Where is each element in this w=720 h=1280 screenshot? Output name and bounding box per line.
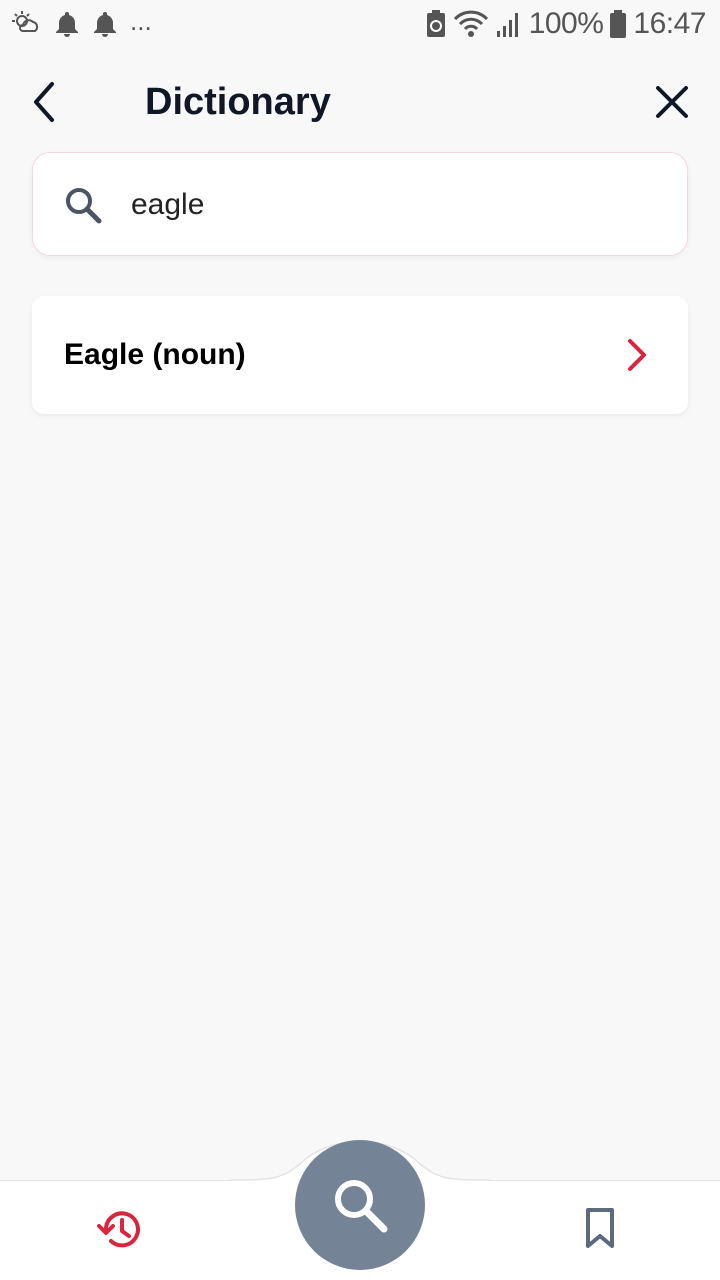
chevron-left-icon (34, 82, 54, 122)
chevron-right-icon (628, 339, 646, 371)
clock: 16:47 (633, 7, 706, 40)
bookmarks-tab[interactable] (580, 1206, 620, 1250)
bell-icon (94, 12, 116, 37)
close-button[interactable] (650, 80, 694, 124)
result-label: Eagle (noun) (64, 338, 246, 371)
search-bar (32, 152, 688, 256)
bell-icon (56, 12, 78, 37)
result-item[interactable]: Eagle (noun) (32, 296, 688, 414)
search-icon (335, 1180, 388, 1233)
bookmark-icon (586, 1208, 614, 1248)
battery-percentage: 100% (528, 7, 604, 40)
search-icon (66, 188, 102, 224)
app-header: Dictionary (0, 60, 720, 144)
page-title: Dictionary (145, 81, 331, 123)
history-tab[interactable] (96, 1206, 144, 1254)
signal-icon (496, 13, 518, 37)
status-right: 100% 16:47 (425, 7, 706, 41)
battery-icon (610, 10, 627, 38)
wifi-icon (453, 10, 488, 37)
overflow-indicator: ... (130, 5, 152, 36)
weather-icon (12, 11, 39, 32)
status-left: ... (12, 5, 152, 39)
status-bar: ... 100% 16:47 (0, 0, 720, 48)
battery-saver-icon (426, 10, 445, 37)
search-input[interactable] (129, 177, 649, 233)
search-fab[interactable] (295, 1140, 425, 1270)
back-button[interactable] (26, 78, 66, 126)
history-icon (97, 1211, 140, 1248)
close-icon (656, 86, 688, 118)
